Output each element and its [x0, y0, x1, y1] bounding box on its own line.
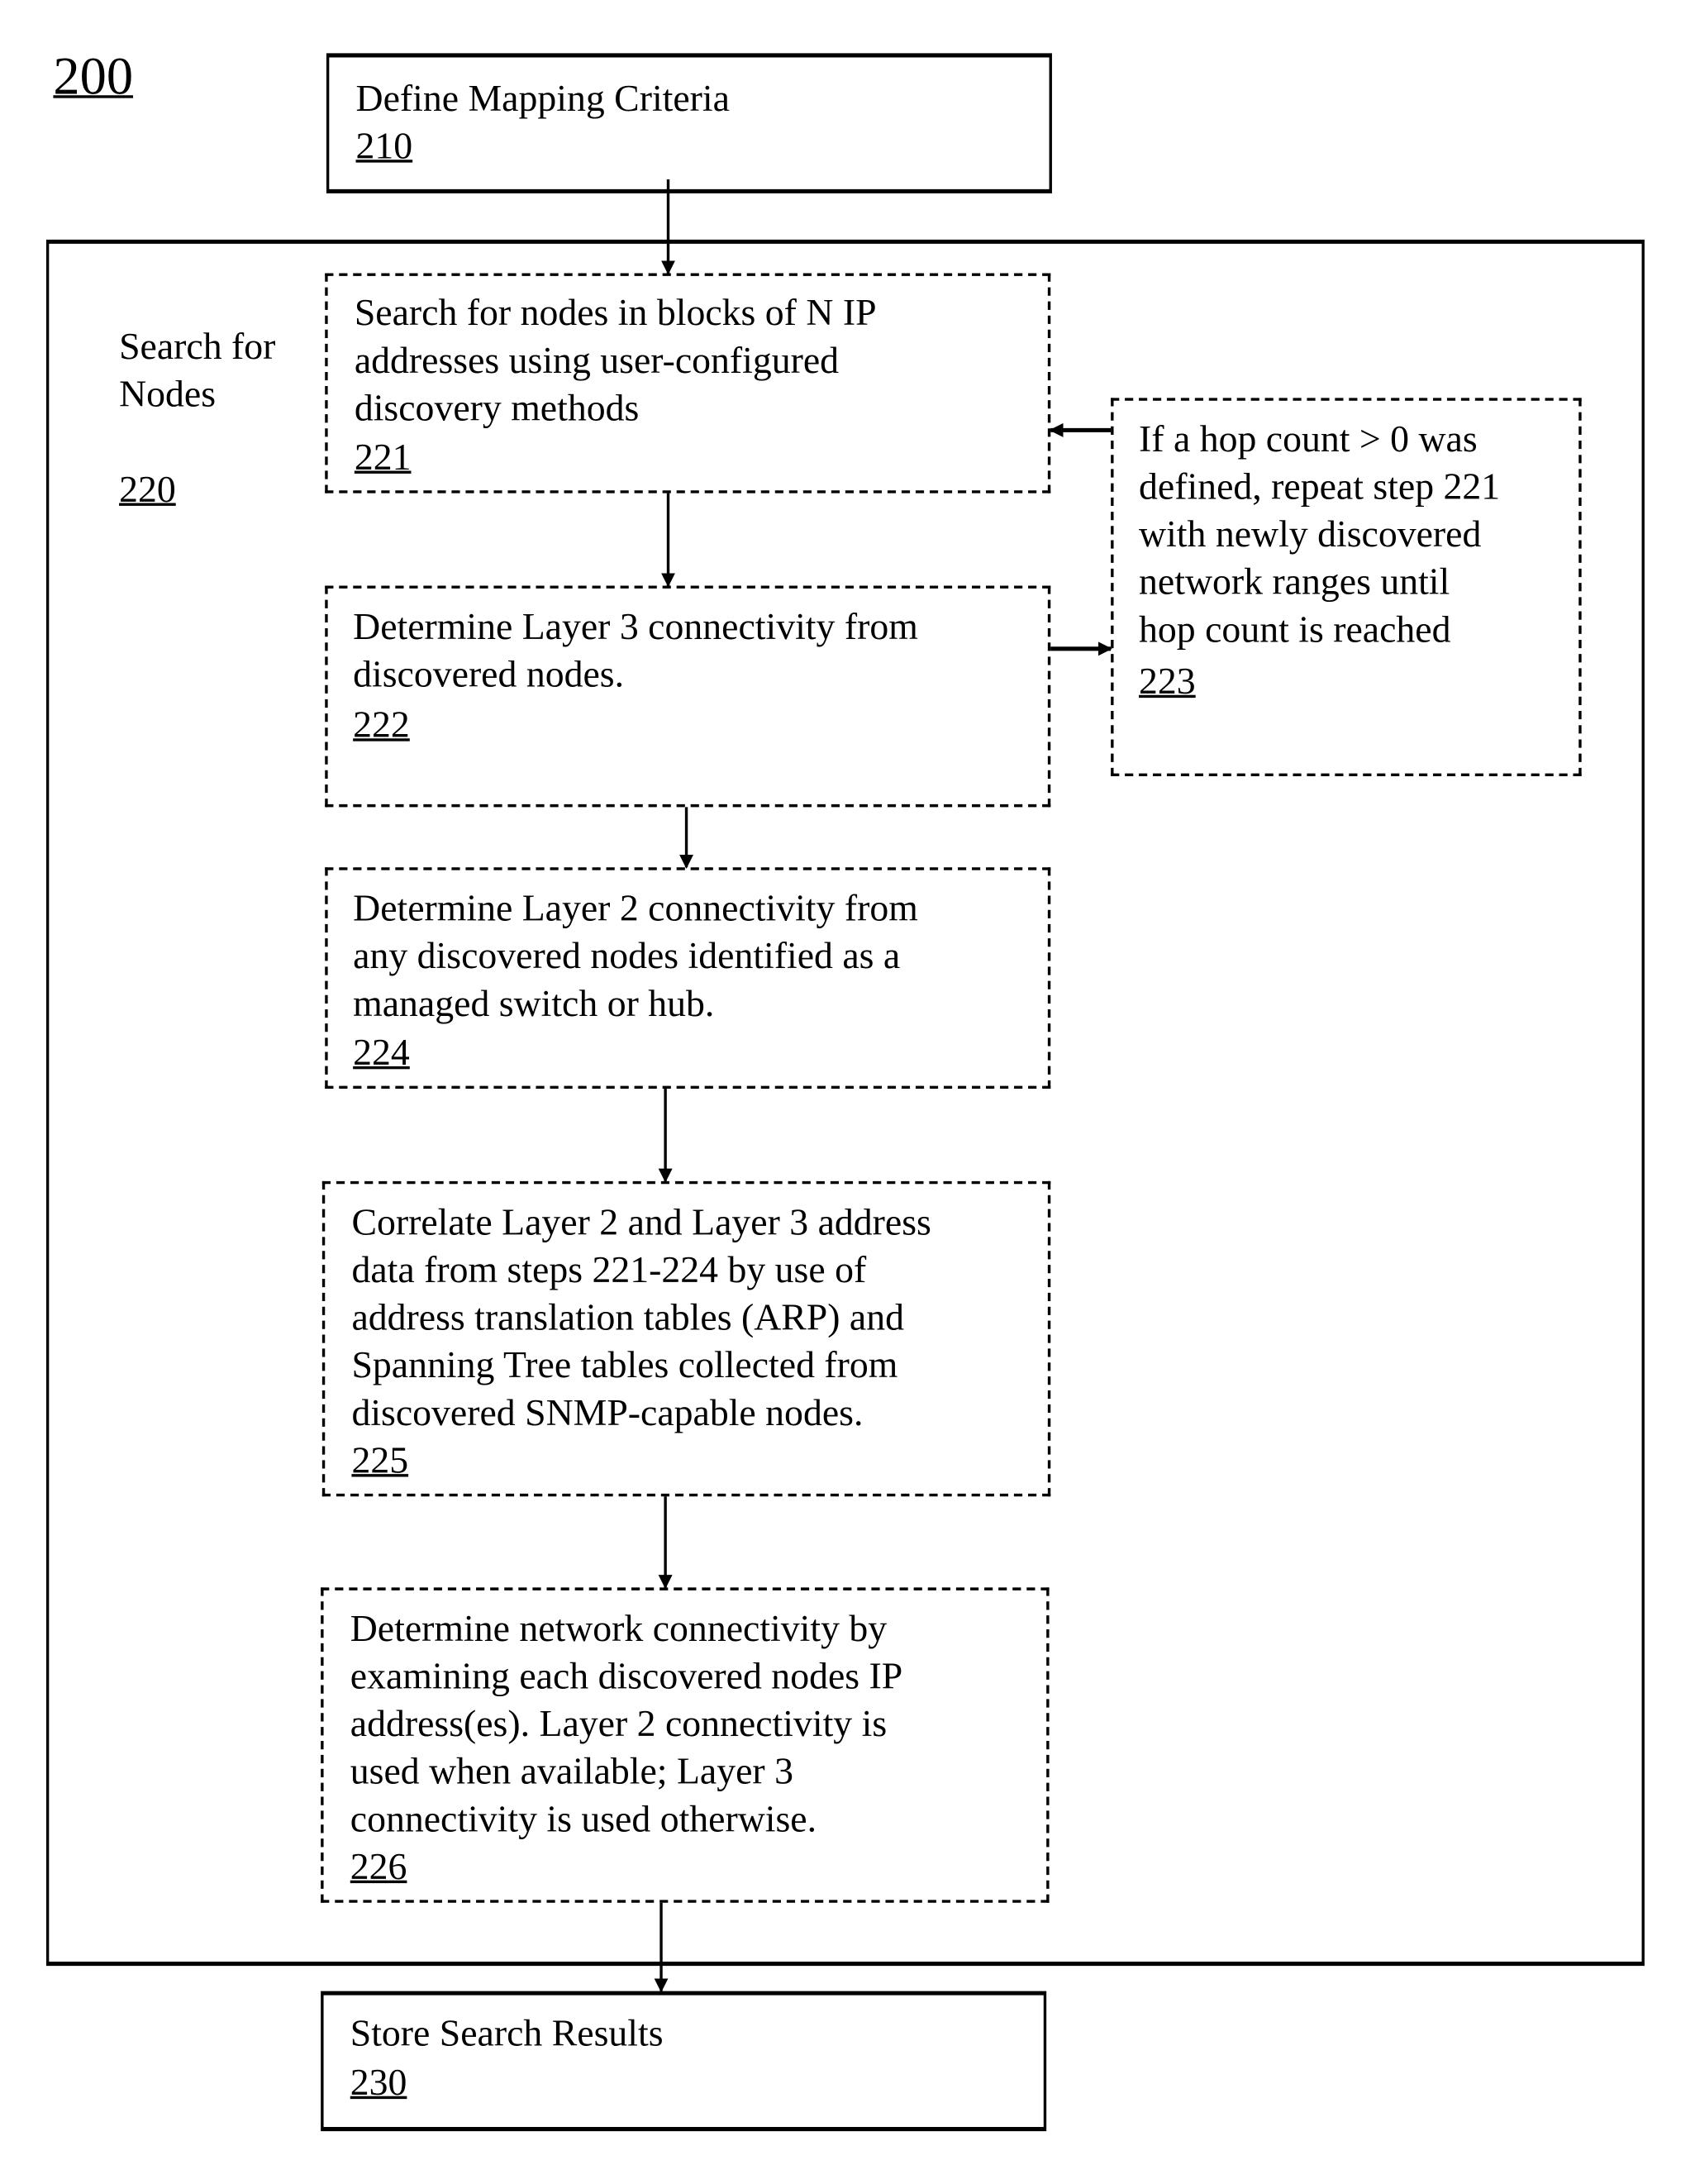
connector-arrows [654, 179, 1112, 1993]
flowchart-diagram: 200 Define Mapping Criteria 210 Search f… [0, 0, 1695, 2183]
